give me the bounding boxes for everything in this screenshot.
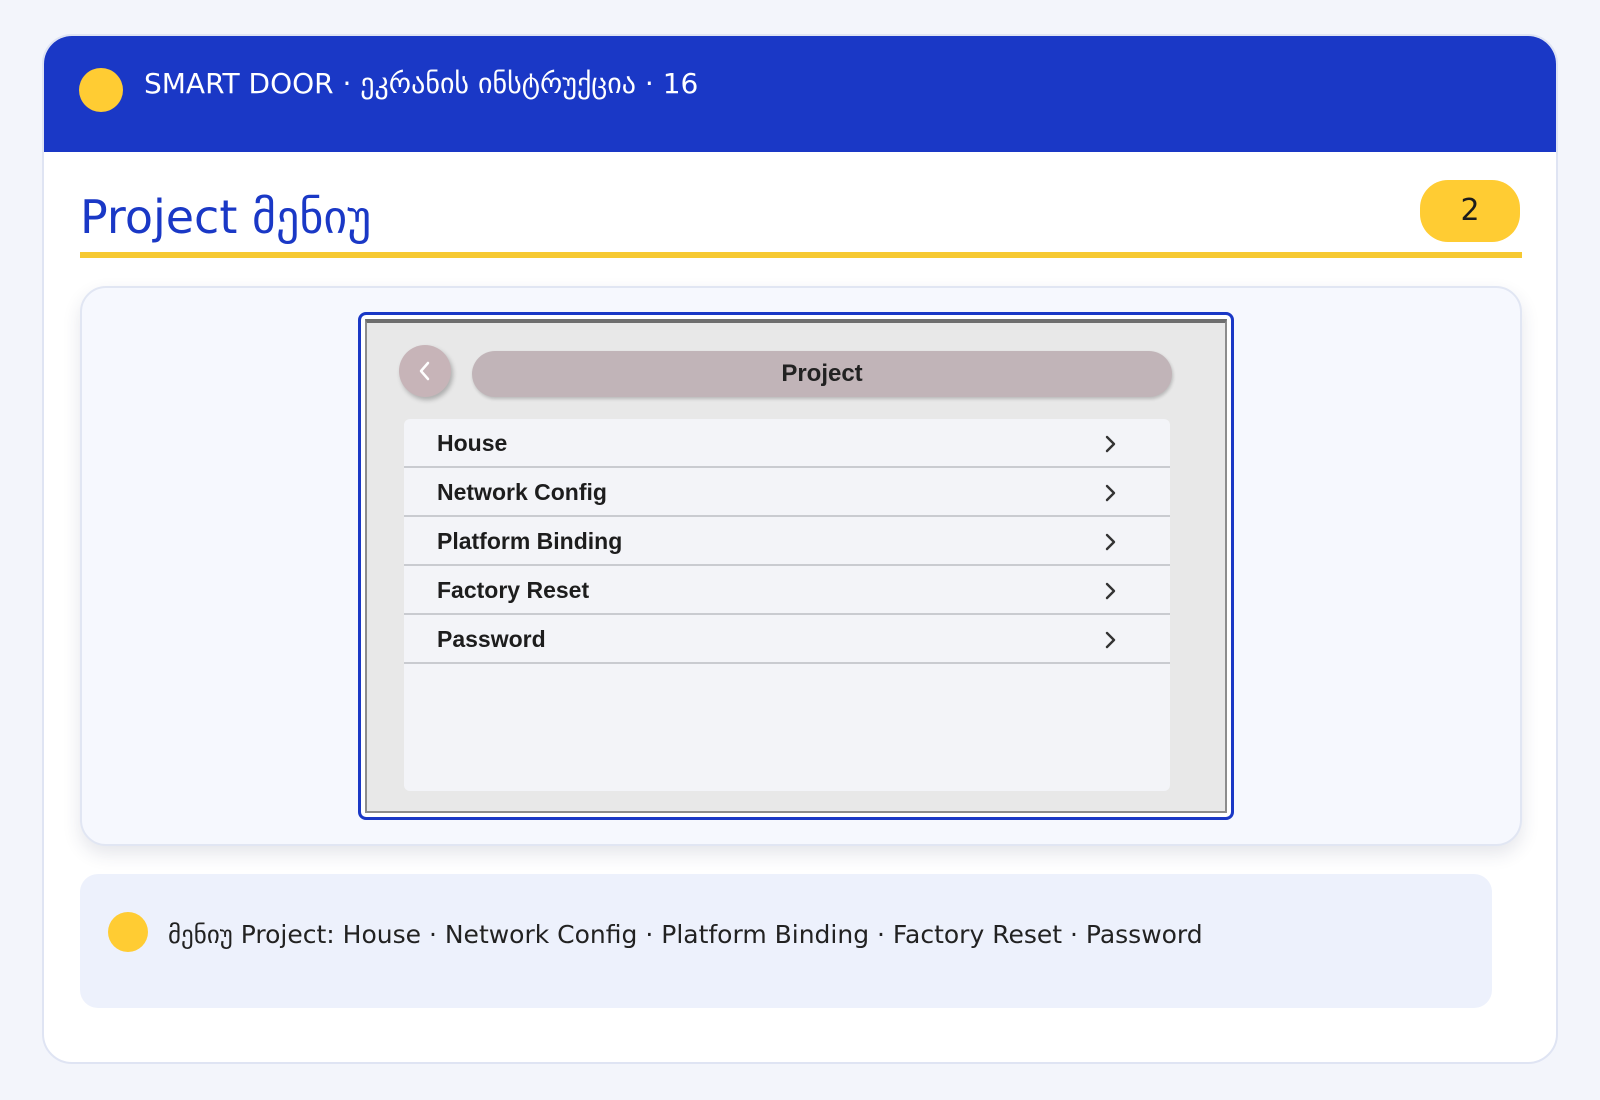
menu-item-label: House	[437, 430, 508, 456]
menu-item-label: Factory Reset	[437, 577, 590, 603]
title-row: Project მენიუ 2	[80, 180, 1522, 258]
chevron-right-icon	[1105, 533, 1116, 551]
menu-list: House Network Config Platform Binding Fa…	[404, 419, 1170, 791]
menu-item-password[interactable]: Password	[404, 615, 1170, 664]
device-screenshot: Project House Network Config Platform Bi…	[358, 312, 1234, 820]
info-box: მენიუ Project: House · Network Config · …	[80, 874, 1492, 1008]
header-dot-icon	[79, 68, 123, 112]
menu-item-factory-reset[interactable]: Factory Reset	[404, 566, 1170, 615]
chevron-right-icon	[1105, 484, 1116, 502]
device-screen: Project House Network Config Platform Bi…	[365, 319, 1227, 813]
menu-item-label: Password	[437, 626, 546, 652]
menu-item-label: Platform Binding	[437, 528, 623, 554]
page-title: Project მენიუ	[80, 190, 372, 244]
info-text: მენიუ Project: House · Network Config · …	[168, 920, 1203, 949]
chevron-right-icon	[1105, 582, 1116, 600]
instruction-card: SMART DOOR · ეკრანის ინსტრუქცია · 16 Pro…	[42, 34, 1558, 1064]
menu-item-label: Network Config	[437, 479, 607, 505]
screenshot-panel: Project House Network Config Platform Bi…	[80, 286, 1522, 846]
info-dot-icon	[108, 912, 148, 952]
back-button[interactable]	[399, 345, 451, 397]
menu-item-network-config[interactable]: Network Config	[404, 468, 1170, 517]
chevron-right-icon	[1105, 435, 1116, 453]
header-title: SMART DOOR · ეკრანის ინსტრუქცია · 16	[144, 67, 699, 100]
chevron-left-icon	[419, 361, 430, 381]
page-number-badge: 2	[1420, 180, 1520, 242]
chevron-right-icon	[1105, 631, 1116, 649]
menu-item-house[interactable]: House	[404, 419, 1170, 468]
screen-title: Project	[472, 351, 1172, 397]
menu-item-platform-binding[interactable]: Platform Binding	[404, 517, 1170, 566]
header-bar: SMART DOOR · ეკრანის ინსტრუქცია · 16	[44, 36, 1556, 152]
